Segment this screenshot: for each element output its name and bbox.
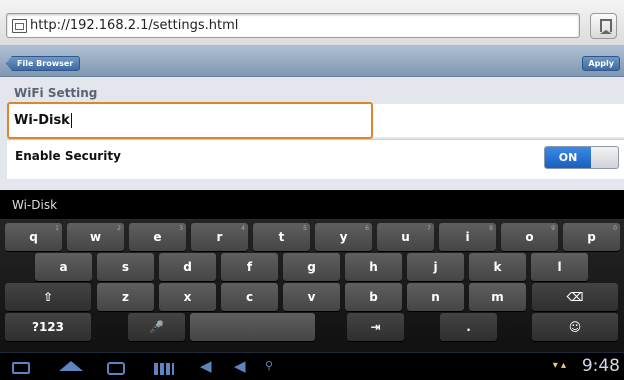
key-t[interactable]: t5 [253,223,310,251]
key-e[interactable]: e3 [129,223,186,251]
mode-key[interactable]: ?123 [5,313,91,341]
key-x[interactable]: x [159,283,216,311]
key-u[interactable]: u7 [377,223,434,251]
key-w[interactable]: w2 [67,223,124,251]
key-m[interactable]: m [469,283,526,311]
usb-icon: ⚲ [265,359,274,372]
key-a[interactable]: a [35,253,92,281]
key-y[interactable]: y6 [315,223,372,251]
key-b[interactable]: b [345,283,402,311]
backspace-key[interactable]: ⌫ [532,283,618,311]
period-key[interactable]: . [440,313,497,341]
key-o[interactable]: o9 [501,223,558,251]
browser-toolbar: http://192.168.2.1/settings.html [0,0,624,46]
recent-apps-icon[interactable] [107,362,125,375]
emoji-key[interactable]: ☺ [532,313,618,341]
suggestion-bar: Wi-Disk [0,190,624,220]
tab-key[interactable]: ⇥ [347,313,404,341]
clock: 9:48 [581,356,620,376]
home-icon[interactable] [59,361,83,371]
key-d[interactable]: d [159,253,216,281]
shift-key[interactable]: ⇧ [5,283,91,311]
key-j[interactable]: j [407,253,464,281]
url-field[interactable]: http://192.168.2.1/settings.html [6,13,580,38]
double-arrow-icon: ◀ [234,357,246,375]
toggle-on-state: ON [545,147,591,168]
ssid-row-filler [373,104,624,137]
back-icon[interactable] [12,362,30,374]
signal-icons: ▾ ▴ [552,360,566,371]
key-z[interactable]: z [97,283,154,311]
security-label: Enable Security [15,149,121,163]
ssid-value: Wi-Disk [14,113,70,128]
ssid-input[interactable]: Wi-Disk [7,102,373,139]
key-v[interactable]: v [283,283,340,311]
security-row: Enable Security ON [7,139,624,179]
mic-key[interactable]: 🎤 [128,313,185,341]
file-browser-button[interactable]: File Browser [6,56,81,71]
key-k[interactable]: k [469,253,526,281]
page-header: File Browser Apply [0,46,624,77]
key-l[interactable]: l [531,253,588,281]
key-f[interactable]: f [221,253,278,281]
key-c[interactable]: c [221,283,278,311]
url-text: http://192.168.2.1/settings.html [30,18,239,33]
key-r[interactable]: r4 [191,223,248,251]
key-g[interactable]: g [283,253,340,281]
page-icon [12,18,27,33]
key-n[interactable]: n [407,283,464,311]
apply-button[interactable]: Apply [582,56,620,71]
bookmark-icon[interactable] [590,13,617,39]
key-area: q 1 w 2 e 3 r 4 t 5 y 6 u 7 i 8 o 9 p 0 a s d f g h j k l ⇧ z x c v b n m ⌫ ?1… [0,220,624,352]
security-toggle[interactable]: ON [544,146,619,169]
suggestion-word[interactable]: Wi-Disk [12,198,57,212]
system-nav-bar: ◀ ◀ ⚲ ▾ ▴ 9:48 [0,352,624,380]
screen: http://192.168.2.1/settings.html File Br… [0,0,624,380]
key-h[interactable]: h [345,253,402,281]
key-i[interactable]: i8 [439,223,496,251]
settings-panel: WiFi Setting Wi-Disk Enable Security ON [0,77,624,190]
section-title: WiFi Setting [14,86,98,100]
keyboard-switch-icon[interactable] [154,363,174,375]
key-q[interactable]: q1 [5,223,62,251]
key-p[interactable]: p0 [563,223,620,251]
arrow-left-icon: ◀ [200,357,212,375]
text-caret [70,113,72,128]
space-key[interactable] [190,313,315,341]
key-s[interactable]: s [97,253,154,281]
